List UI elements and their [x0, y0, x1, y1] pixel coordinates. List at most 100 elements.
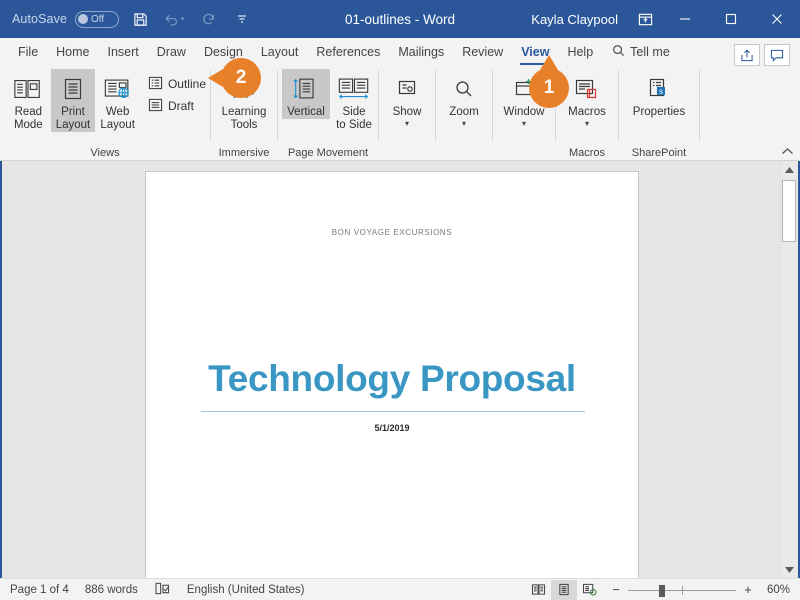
- web-layout-view-icon[interactable]: [577, 580, 603, 600]
- vertical-page-movement-icon: [291, 72, 321, 106]
- draft-label: Draft: [167, 99, 194, 113]
- undo-icon[interactable]: ▾: [161, 6, 187, 32]
- scrollbar-thumb[interactable]: [782, 180, 796, 242]
- vertical-scrollbar[interactable]: [780, 161, 797, 578]
- zoom-icon: [452, 72, 476, 106]
- web-layout-label-1: Web: [105, 106, 130, 118]
- outline-label: Outline: [167, 77, 206, 91]
- collapse-ribbon-icon[interactable]: [781, 147, 794, 159]
- tab-mailings[interactable]: Mailings: [389, 38, 453, 66]
- show-label: Show: [392, 106, 422, 118]
- properties-icon: s: [646, 72, 672, 106]
- tab-review[interactable]: Review: [453, 38, 512, 66]
- ribbon-group-label-views: Views: [90, 147, 120, 159]
- window-dropdown-arrow-icon[interactable]: ▾: [522, 119, 526, 128]
- callout-step-1: 1: [529, 55, 569, 108]
- tab-references[interactable]: References: [307, 38, 389, 66]
- ribbon-group-label-page-movement: Page Movement: [287, 147, 369, 159]
- web-layout-button[interactable]: Web Layout: [95, 69, 140, 132]
- show-button[interactable]: Show ▾: [381, 69, 433, 128]
- zoom-button[interactable]: Zoom ▾: [438, 69, 490, 128]
- vertical-button[interactable]: Vertical: [282, 69, 330, 119]
- title-bar: AutoSave Off ▾ 01-outlines - Word Kayla …: [0, 0, 800, 38]
- print-layout-icon: [61, 72, 85, 106]
- callout-1-tail: [540, 55, 558, 70]
- tab-insert[interactable]: Insert: [99, 38, 148, 66]
- tab-file[interactable]: File: [9, 38, 47, 66]
- macros-dropdown-arrow-icon[interactable]: ▾: [585, 119, 589, 128]
- ribbon-display-options-icon[interactable]: [628, 0, 662, 38]
- macros-label: Macros: [568, 106, 606, 118]
- callout-2-number: 2: [235, 67, 247, 88]
- document-date: 5/1/2019: [374, 423, 410, 433]
- zoom-in-button[interactable]: +: [743, 582, 753, 597]
- ribbon-group-label-sharepoint: SharePoint: [631, 147, 687, 159]
- draft-button[interactable]: Draft: [144, 95, 210, 117]
- ribbon-group-views: Read Mode Print Layout Web Layout Outlin…: [0, 66, 210, 161]
- tell-me-search[interactable]: Tell me: [602, 38, 678, 66]
- scroll-down-icon[interactable]: [781, 561, 797, 578]
- zoom-dropdown-arrow-icon[interactable]: ▾: [462, 119, 466, 128]
- zoom-slider-track[interactable]: [628, 584, 736, 597]
- zoom-slider-midpoint: [682, 585, 683, 595]
- page-info[interactable]: Page 1 of 4: [10, 584, 69, 596]
- word-count[interactable]: 886 words: [85, 584, 138, 596]
- status-bar: Page 1 of 4 886 words English (United St…: [0, 578, 800, 600]
- side-to-side-icon: [337, 72, 371, 106]
- zoom-slider-thumb[interactable]: [659, 584, 665, 597]
- ribbon-group-zoom: Zoom ▾: [436, 66, 492, 161]
- autosave-toggle-knob: [78, 14, 89, 24]
- web-layout-icon: [103, 72, 133, 106]
- document-title-heading: Technology Proposal: [208, 358, 576, 399]
- ribbon-group-label-show: [379, 145, 435, 161]
- minimize-icon[interactable]: [662, 0, 708, 38]
- callout-2-tail: [208, 69, 223, 87]
- vertical-label-1: Vertical: [287, 106, 325, 118]
- document-header-text: BON VOYAGE EXCURSIONS: [331, 228, 453, 237]
- document-page[interactable]: BON VOYAGE EXCURSIONS Technology Proposa…: [145, 171, 639, 578]
- ribbon-group-label-macros: Macros: [568, 147, 606, 159]
- title-bar-right: Kayla Claypool: [531, 0, 800, 38]
- tell-me-label: Tell me: [630, 45, 670, 59]
- print-layout-view-icon[interactable]: [551, 579, 577, 600]
- customize-quick-access-icon[interactable]: [229, 6, 255, 32]
- maximize-icon[interactable]: [708, 0, 754, 38]
- properties-button[interactable]: s Properties: [621, 69, 697, 119]
- side-to-side-button[interactable]: Side to Side: [330, 69, 378, 132]
- tab-layout[interactable]: Layout: [252, 38, 308, 66]
- redo-icon[interactable]: [195, 6, 221, 32]
- outline-button[interactable]: Outline: [144, 73, 210, 95]
- close-icon[interactable]: [754, 0, 800, 38]
- document-title-rule: [201, 411, 585, 412]
- language-indicator[interactable]: English (United States): [187, 584, 305, 596]
- save-icon[interactable]: [127, 6, 153, 32]
- tab-home[interactable]: Home: [47, 38, 98, 66]
- zoom-slider-control[interactable]: − + 60%: [603, 582, 790, 597]
- print-layout-label-1: Print: [61, 106, 85, 118]
- ribbon-tab-bar: File Home Insert Draw Design Layout Refe…: [0, 38, 800, 66]
- share-icon[interactable]: [734, 44, 760, 66]
- comments-icon[interactable]: [764, 44, 790, 66]
- tab-help[interactable]: Help: [558, 38, 602, 66]
- proofing-errors-icon[interactable]: [154, 582, 171, 598]
- autosave-state-label: Off: [91, 13, 105, 25]
- word-application-window: AutoSave Off ▾ 01-outlines - Word Kayla …: [0, 0, 800, 600]
- ribbon-group-sharepoint: s Properties SharePoint: [619, 66, 699, 161]
- zoom-percentage[interactable]: 60%: [760, 584, 790, 596]
- draft-view-icon: [148, 98, 163, 115]
- callout-step-2: 2: [208, 58, 261, 98]
- ribbon-group-label-window: [493, 145, 555, 161]
- group-separator: [699, 70, 700, 141]
- zoom-out-button[interactable]: −: [611, 582, 621, 597]
- scroll-up-icon[interactable]: [781, 161, 797, 178]
- print-layout-button[interactable]: Print Layout: [50, 69, 96, 132]
- show-dropdown-arrow-icon[interactable]: ▾: [405, 119, 409, 128]
- tab-draw[interactable]: Draw: [148, 38, 195, 66]
- side-to-side-label-2: to Side: [336, 119, 372, 131]
- callout-1-number: 1: [543, 77, 555, 98]
- account-user-name[interactable]: Kayla Claypool: [531, 12, 628, 27]
- read-mode-view-icon[interactable]: [525, 580, 551, 600]
- autosave-toggle[interactable]: Off: [75, 10, 120, 28]
- zoom-label: Zoom: [449, 106, 479, 118]
- read-mode-button[interactable]: Read Mode: [6, 69, 51, 132]
